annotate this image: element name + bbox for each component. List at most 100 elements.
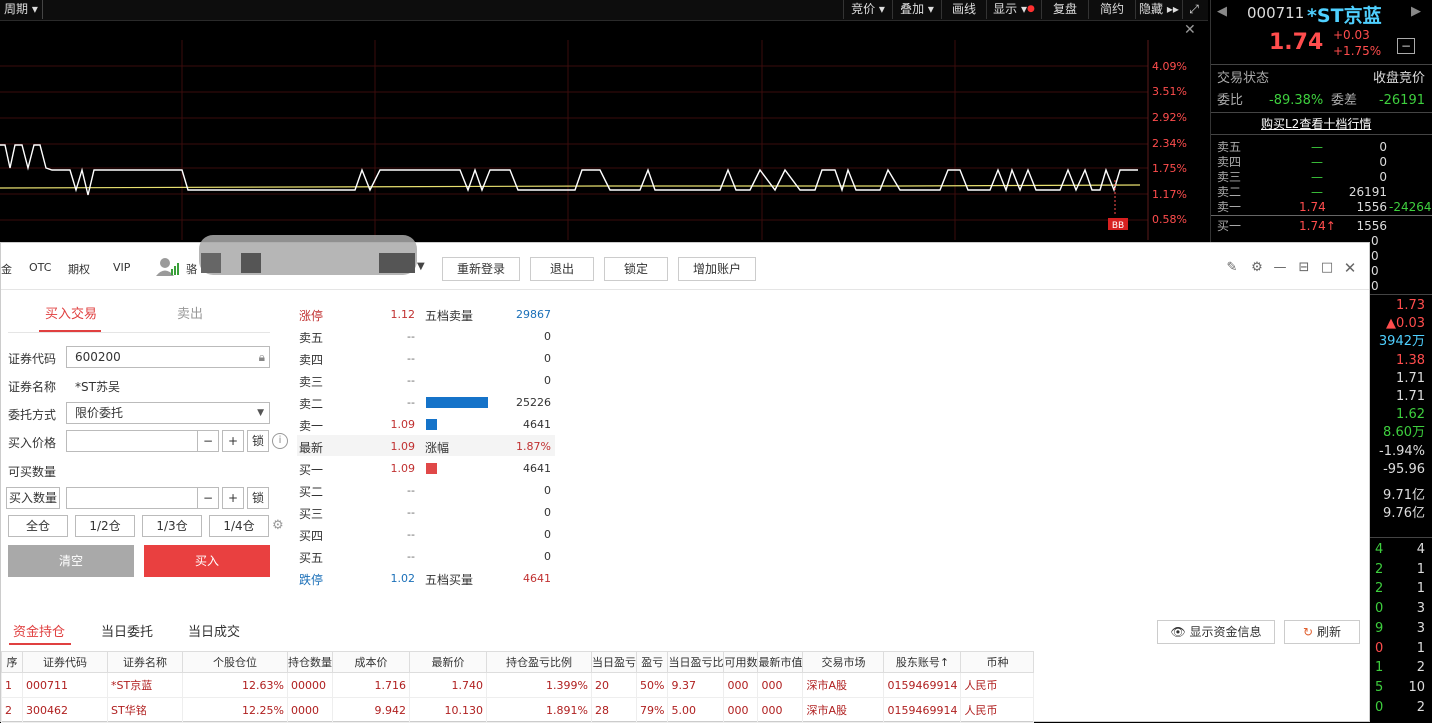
toolbar-overlay[interactable]: 叠加 ▾ xyxy=(892,0,941,19)
settings-icon[interactable]: ⚙ xyxy=(1250,261,1264,275)
col-header[interactable]: 持仓盈亏比例 xyxy=(486,651,592,673)
position-settings-icon[interactable]: ⚙ xyxy=(272,518,284,533)
toolbar-hide[interactable]: 隐藏 ▸▸ xyxy=(1135,0,1182,19)
price-lock-button[interactable]: 锁 xyxy=(247,430,269,452)
tab-today-trades[interactable]: 当日成交 xyxy=(188,621,240,640)
col-header[interactable]: 币种 xyxy=(960,651,1035,673)
l2-upgrade-link[interactable]: 购买L2查看十档行情 xyxy=(1261,115,1371,132)
col-header[interactable]: 最新价 xyxy=(409,651,487,673)
orderbook-price[interactable]: -- xyxy=(361,352,415,365)
col-header[interactable]: 序 xyxy=(1,651,23,673)
position-third-button[interactable]: 1/3仓 xyxy=(142,515,202,537)
prev-stock-icon[interactable]: ◀ xyxy=(1217,4,1227,19)
orderbook-price[interactable]: -- xyxy=(361,528,415,541)
qty-increase-button[interactable]: + xyxy=(222,487,244,509)
buy-button[interactable]: 买入 xyxy=(144,545,270,577)
orderbook-level-label: 买五 xyxy=(299,551,324,565)
clear-button[interactable]: 清空 xyxy=(8,545,134,577)
maximize-icon[interactable]: □ xyxy=(1320,261,1334,275)
toolbar-replay[interactable]: 复盘 xyxy=(1041,0,1088,19)
tab-sell[interactable]: 卖出 xyxy=(177,303,203,322)
stat-value: 1.71 xyxy=(1396,370,1425,386)
col-header[interactable]: 个股仓位 xyxy=(182,651,288,673)
col-header[interactable]: 盈亏 xyxy=(635,651,669,673)
show-funds-button[interactable]: 👁︎ 显示资金信息 xyxy=(1157,620,1275,644)
chart-close-icon[interactable]: ✕ xyxy=(1184,22,1196,38)
tick-vol: 4 xyxy=(1416,542,1425,557)
minimize-icon[interactable]: — xyxy=(1273,261,1287,275)
orderbook-price[interactable]: -- xyxy=(361,484,415,497)
orderbook-level-label: 卖一 xyxy=(299,419,324,433)
user-avatar-icon[interactable] xyxy=(155,257,181,277)
cell: 12.25% xyxy=(182,697,288,723)
col-header[interactable]: 交易市场 xyxy=(802,651,885,673)
tab-buy[interactable]: 买入交易 xyxy=(45,303,97,322)
fullscreen-icon[interactable]: ⤢ xyxy=(1182,0,1205,19)
orderbook-price[interactable]: -- xyxy=(361,506,415,519)
toolbar-bidding[interactable]: 竞价 ▾ xyxy=(843,0,892,19)
qty-input[interactable] xyxy=(66,487,198,509)
table-row[interactable]: 1 000711 *ST京蓝 12.63% 00000 1.716 1.740 … xyxy=(1,672,1035,698)
col-header[interactable]: 最新市值 xyxy=(757,651,804,673)
position-full-button[interactable]: 全仓 xyxy=(8,515,68,537)
collapse-icon[interactable]: − xyxy=(1397,38,1415,54)
orderbook-price[interactable]: -- xyxy=(361,550,415,563)
orderbook-price[interactable]: -- xyxy=(361,396,415,409)
tick-vol: 2 xyxy=(1416,699,1425,715)
col-header[interactable]: 持仓数量 xyxy=(287,651,333,673)
refresh-button[interactable]: ↻ 刷新 xyxy=(1284,620,1360,644)
col-header[interactable]: 成本价 xyxy=(332,651,410,673)
order-type-select[interactable]: 限价委托 ▼ xyxy=(66,402,270,424)
toolbar-display-label: 显示 xyxy=(993,2,1018,16)
price-increase-button[interactable]: + xyxy=(222,430,244,452)
add-account-button[interactable]: 增加账户 xyxy=(678,257,756,281)
tab-gold[interactable]: 金 xyxy=(1,261,12,277)
col-header[interactable]: 当日盈亏 xyxy=(591,651,637,673)
stock-code: 000711 xyxy=(1247,4,1305,22)
position-half-button[interactable]: 1/2仓 xyxy=(75,515,135,537)
cell: 12.63% xyxy=(182,672,288,698)
qty-label: 买入数量 xyxy=(9,491,58,505)
close-icon[interactable]: ✕ xyxy=(1343,261,1357,276)
orderbook-price[interactable]: 1.09 xyxy=(361,440,416,453)
code-input[interactable]: 600200 🔒︎ xyxy=(66,346,270,368)
price-input[interactable] xyxy=(66,430,198,452)
orderbook-volume: 29867 xyxy=(516,308,551,321)
orderbook-price[interactable]: 1.02 xyxy=(361,572,416,585)
position-quarter-button[interactable]: 1/4仓 xyxy=(209,515,269,537)
orderbook-volume: 25226 xyxy=(516,396,551,409)
col-header[interactable]: 可用数 xyxy=(723,651,759,673)
info-icon[interactable]: i xyxy=(272,433,288,449)
orderbook-price[interactable]: -- xyxy=(361,330,415,343)
tab-holdings[interactable]: 资金持仓 xyxy=(13,621,65,640)
refresh-label: 刷新 xyxy=(1316,625,1341,639)
tab-vip[interactable]: VIP xyxy=(113,261,130,274)
orderbook-volume: 4641 xyxy=(523,462,551,475)
col-header[interactable]: 当日盈亏比 xyxy=(667,651,725,673)
col-header[interactable]: 证券名称 xyxy=(107,651,183,673)
qty-lock-button[interactable]: 锁 xyxy=(247,487,269,509)
period-dropdown[interactable]: 周期 ▾ xyxy=(0,0,43,19)
qty-decrease-button[interactable]: − xyxy=(197,487,219,509)
next-stock-icon[interactable]: ▶ xyxy=(1411,4,1421,19)
restore-icon[interactable]: ⊟ xyxy=(1297,261,1311,275)
toolbar-simple[interactable]: 简约 xyxy=(1088,0,1135,19)
relogin-button[interactable]: 重新登录 xyxy=(442,257,520,281)
edit-icon[interactable]: ✎ xyxy=(1225,261,1239,275)
col-header[interactable]: 证券代码 xyxy=(22,651,108,673)
price-decrease-button[interactable]: − xyxy=(197,430,219,452)
tab-today-orders[interactable]: 当日委托 xyxy=(101,621,153,640)
tab-otc[interactable]: OTC xyxy=(29,261,51,274)
orderbook-price[interactable]: -- xyxy=(361,374,415,387)
toolbar-display[interactable]: 显示 ▾● xyxy=(986,0,1041,19)
toolbar-draw-line[interactable]: 画线 xyxy=(941,0,986,19)
table-row[interactable]: 2 300462 ST华铭 12.25% 0000 9.942 10.130 1… xyxy=(1,697,1035,723)
account-dropdown-icon[interactable]: ▼ xyxy=(417,261,425,272)
lock-button[interactable]: 锁定 xyxy=(604,257,668,281)
tab-options[interactable]: 期权 xyxy=(68,261,90,277)
col-header[interactable]: 股东账号↑ xyxy=(883,651,962,673)
orderbook-price[interactable]: 1.09 xyxy=(361,418,416,431)
logout-button[interactable]: 退出 xyxy=(530,257,594,281)
orderbook-price[interactable]: 1.09 xyxy=(361,462,416,475)
orderbook-price[interactable]: 1.12 xyxy=(361,308,416,321)
